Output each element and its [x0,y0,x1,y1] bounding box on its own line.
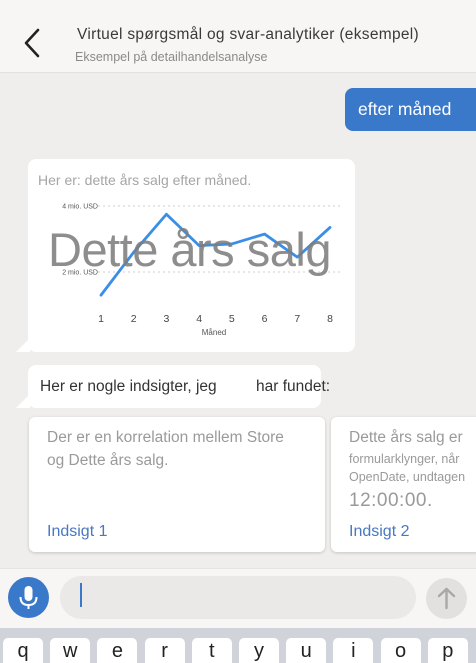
key-o[interactable]: o [380,638,421,663]
insight-message-text-a: Her er nogle indsigter, jeg [40,378,217,395]
key-e[interactable]: e [97,638,138,663]
x-tick-label: 2 [131,313,137,325]
insight-2-line-3: OpenDate, undtagen [349,470,466,484]
arrow-up-icon [437,587,456,610]
x-axis-label: Måned [202,328,226,337]
insight-bubble-tail [16,394,30,408]
user-message-bubble: efter måned [345,88,476,131]
insight-1-line-1: Der er en korrelation mellem Store [47,429,284,446]
x-tick-label: 4 [196,313,202,325]
chart-intro-text: Her er: dette års salg efter måned. [38,172,252,188]
insight-1-link[interactable]: Indsigt 1 [47,523,107,541]
insight-2-line-2: formularklynger, når [349,452,460,466]
x-tick-label: 5 [229,313,235,325]
chart-overlay-title: Dette års salg [48,223,331,276]
key-t[interactable]: t [191,638,232,663]
x-tick-label: 1 [98,313,104,325]
y-tick-label: 4 mio. USD [62,204,98,211]
x-tick-label: 3 [164,313,170,325]
insight-message-text-b: har fundet: [256,378,331,395]
insight-1-line-2: og Dette års salg. [47,452,169,469]
insight-2-line-4: 12:00:00. [349,490,433,511]
x-tick-label: 8 [327,313,333,325]
key-u[interactable]: u [286,638,327,663]
insight-2-line-1: Dette års salg er [349,429,463,446]
insight-card-2[interactable]: Dette års salg er formularklynger, når O… [331,417,476,552]
page-title: Virtuel spørgsmål og svar-analytiker (ek… [77,26,420,43]
key-i[interactable]: i [333,638,374,663]
insight-2-link[interactable]: Indsigt 2 [349,523,409,541]
key-q[interactable]: q [3,638,43,663]
insight-card-1[interactable]: Der er en korrelation mellem Store og De… [29,417,325,552]
key-r[interactable]: r [144,638,185,663]
send-button[interactable] [426,578,467,619]
x-tick-label: 6 [262,313,268,325]
key-p[interactable]: p [427,638,468,663]
back-chevron-icon[interactable] [18,26,48,60]
key-w[interactable]: w [50,638,91,663]
microphone-icon [19,586,38,609]
app-header: Virtuel spørgsmål og svar-analytiker (ek… [0,0,476,73]
text-caret [80,583,82,607]
page-subtitle: Eksempel på detailhandelsanalyse [75,50,268,64]
question-input[interactable] [60,576,416,619]
microphone-button[interactable] [8,577,49,618]
key-y[interactable]: y [239,638,279,663]
x-tick-label: 7 [294,313,300,325]
